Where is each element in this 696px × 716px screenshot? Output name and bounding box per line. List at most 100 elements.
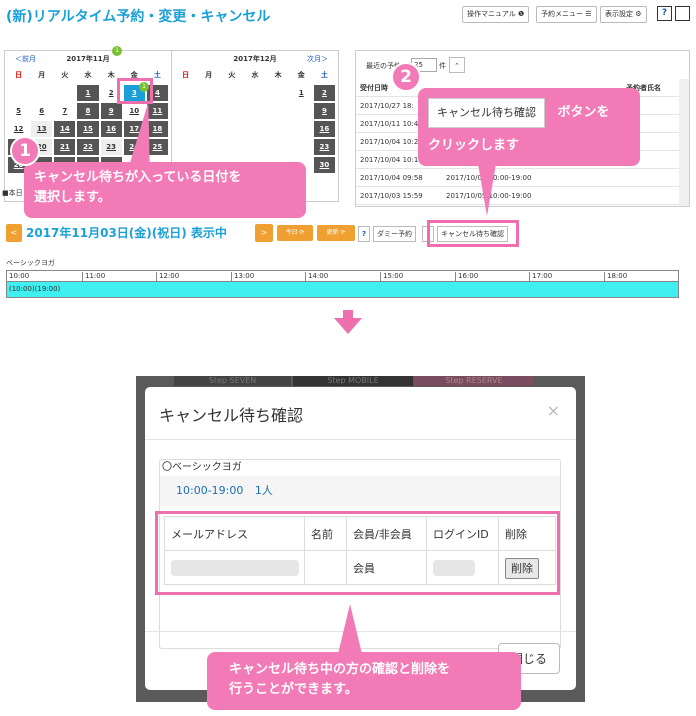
callout-text: 行うことができます。 xyxy=(229,682,358,697)
divider xyxy=(145,439,576,440)
day[interactable]: 22 xyxy=(77,139,99,155)
scrollbar[interactable] xyxy=(679,79,689,206)
timeline: 10:00 11:00 12:00 13:00 14:00 15:00 16:0… xyxy=(6,270,679,298)
day-empty xyxy=(54,85,75,101)
hour-label: 11:00 xyxy=(82,272,105,282)
day[interactable]: 12 xyxy=(8,121,29,137)
next-month-link[interactable]: 次月＞ xyxy=(307,54,328,64)
weekday-thu: 木 xyxy=(274,71,282,79)
day[interactable]: 1 xyxy=(291,85,312,101)
day[interactable]: 2 xyxy=(313,85,335,101)
close-icon[interactable]: × xyxy=(547,401,560,420)
weekday-wed: 水 xyxy=(251,71,259,79)
prev-day-button[interactable]: < xyxy=(6,224,22,242)
weekday-mon: 月 xyxy=(205,71,213,79)
highlight-cancel-wait-button xyxy=(427,220,519,247)
callout-text: キャンセル待ち中の方の確認と削除を xyxy=(229,662,451,677)
dummy-reservation-button[interactable]: ダミー予約 xyxy=(373,226,416,242)
help-icon[interactable]: ? xyxy=(358,226,370,242)
day[interactable]: 15 xyxy=(77,121,99,137)
day[interactable]: 13 xyxy=(31,121,53,137)
weekday-fri: 金 xyxy=(297,71,305,79)
bg-tab: Step MOBILE xyxy=(293,376,413,386)
display-settings-button[interactable]: 表示設定 ⚙ xyxy=(600,6,647,23)
weekday-mon: 月 xyxy=(38,71,46,79)
weekday-sun: 日 xyxy=(182,71,190,79)
callout-pointer xyxy=(338,604,362,654)
weekday-wed: 水 xyxy=(84,71,92,79)
today-button[interactable]: 今日 ⟳ xyxy=(277,225,313,241)
hour-label: 15:00 xyxy=(380,272,403,282)
row-date: 2017/10/11 10:4 xyxy=(360,120,419,128)
row-date: 2017/10/04 10:2 xyxy=(360,138,419,146)
calendar-grid: 日 月 火 水 木 金 土 12 9 16 23 30 xyxy=(172,67,338,173)
row-date: 2017/10/03 15:59 xyxy=(360,192,423,200)
bg-tab: Step SEVEN xyxy=(174,376,291,386)
legend-today: ■本日 xyxy=(2,189,23,197)
current-date-label: 2017年11月03日(金)(祝日) 表示中 xyxy=(26,226,227,240)
table-row[interactable]: 2017/10/03 15:59 2017/10/05 10:00-19:00 xyxy=(356,187,689,205)
waitlist-badge: 1 xyxy=(112,46,122,56)
collapse-up-icon[interactable]: ⌃ xyxy=(449,57,465,73)
callout-text: ボタンを xyxy=(557,105,610,120)
recent-count-unit: 件 xyxy=(439,62,446,70)
day[interactable]: 5 xyxy=(8,103,29,119)
day[interactable]: 8 xyxy=(77,103,99,119)
table-row[interactable]: 2017/10/04 09:58 2017/10/04 10:00-19:00 xyxy=(356,169,689,187)
day[interactable]: 30 xyxy=(313,157,335,173)
hour-label: 17:00 xyxy=(529,272,552,282)
down-arrow-head xyxy=(334,318,362,334)
refresh-button[interactable]: 更新 ⟳ xyxy=(317,225,355,241)
hour-label: 13:00 xyxy=(231,272,254,282)
lesson-title: 〇ベーシックヨガ xyxy=(162,462,242,473)
help-icon[interactable]: ? xyxy=(657,6,672,21)
step-number: 2 xyxy=(391,62,421,92)
day[interactable]: 7 xyxy=(54,103,75,119)
hour-label: 12:00 xyxy=(156,272,179,282)
day-empty xyxy=(8,85,29,101)
manual-button[interactable]: 操作マニュアル ❶ xyxy=(462,6,530,23)
callout-pointer xyxy=(478,164,496,216)
highlight-waitlist-table xyxy=(155,511,560,595)
callout-step2: キャンセル待ち確認 ボタンを クリックします xyxy=(418,88,640,166)
weekday-tue: 火 xyxy=(61,71,69,79)
next-day-button[interactable]: > xyxy=(255,224,273,242)
day[interactable]: 14 xyxy=(54,121,76,137)
callout-step3: キャンセル待ち中の方の確認と削除を 行うことができます。 xyxy=(207,652,521,710)
day[interactable]: 23 xyxy=(313,139,335,155)
lesson-name: ベーシックヨガ xyxy=(6,259,55,267)
col-received-date: 受付日時 xyxy=(360,84,388,92)
reservation-bar[interactable]: (10:00)(19:00) xyxy=(6,282,679,298)
bg-tab: Step RESERVE xyxy=(414,376,534,386)
day[interactable]: 1 xyxy=(77,85,99,101)
row-date: 2017/10/04 10:1 xyxy=(360,156,419,164)
day[interactable]: 9 xyxy=(313,103,335,119)
hour-label: 14:00 xyxy=(305,272,328,282)
modal-title: キャンセル待ち確認 xyxy=(159,406,304,425)
callout-text: キャンセル待ちが入っている日付を xyxy=(34,170,242,185)
step-number: 1 xyxy=(10,136,40,166)
weekday-tue: 火 xyxy=(228,71,236,79)
cancel-wait-button-sample: キャンセル待ち確認 xyxy=(428,98,545,128)
row-date: 2017/10/27 18: xyxy=(360,102,414,110)
day-empty xyxy=(31,85,52,101)
reserve-menu-button[interactable]: 予約メニュー ☰ xyxy=(536,6,597,23)
day[interactable]: 16 xyxy=(313,121,335,137)
weekday-sun: 日 xyxy=(15,71,23,79)
day[interactable]: 6 xyxy=(31,103,52,119)
lesson-time-row: 10:00-19:00 1人 xyxy=(160,476,560,506)
day[interactable]: 23 xyxy=(100,139,122,155)
hour-label: 16:00 xyxy=(455,272,478,282)
day[interactable]: 21 xyxy=(54,139,76,155)
page-title: (新)リアルタイム予約・変更・キャンセル xyxy=(6,9,271,25)
callout-text: 選択します。 xyxy=(34,190,111,205)
hour-label: 10:00 xyxy=(9,272,30,280)
expand-icon[interactable] xyxy=(675,6,690,21)
hour-label: 18:00 xyxy=(604,272,627,282)
month-title: 2017年11月 xyxy=(66,55,110,63)
day[interactable]: 9 xyxy=(100,103,122,119)
row-date: 2017/10/04 09:58 xyxy=(360,174,423,182)
day[interactable]: 16 xyxy=(100,121,122,137)
weekday-sat: 土 xyxy=(320,71,328,79)
waitlist-count: 1人 xyxy=(254,484,273,497)
